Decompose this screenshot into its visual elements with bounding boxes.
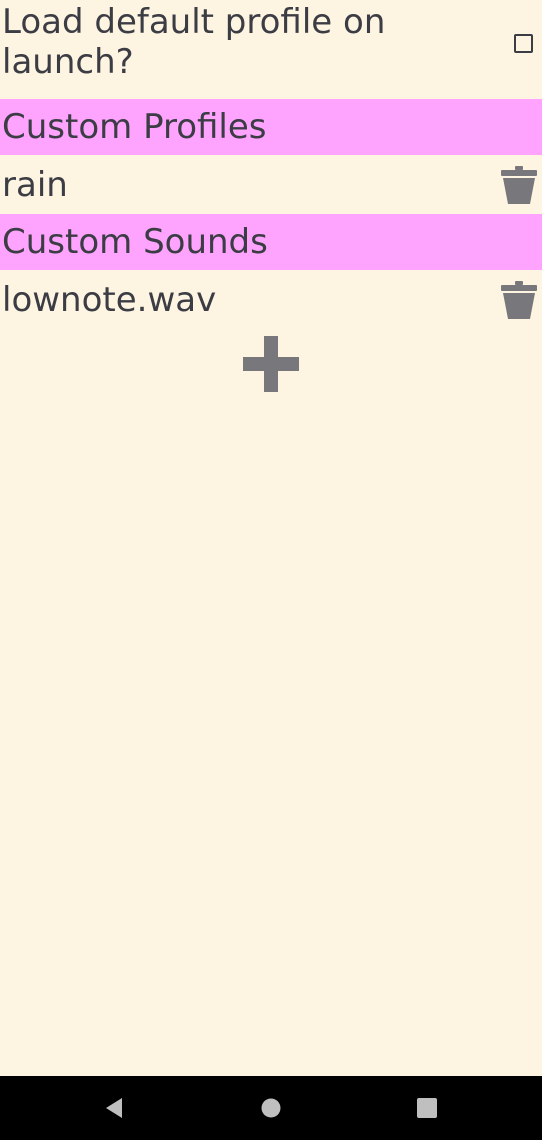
app-screen: Load default profile on launch? Custom P… — [0, 0, 542, 1140]
system-navigation-bar — [0, 1076, 542, 1140]
load-default-label: Load default profile on launch? — [2, 2, 386, 82]
plus-icon — [243, 336, 299, 392]
custom-sounds-header-label: Custom Sounds — [2, 222, 268, 262]
nav-home-button[interactable] — [251, 1088, 291, 1128]
sound-item-label: lownote.wav — [2, 280, 217, 320]
load-default-setting-row: Load default profile on launch? — [0, 0, 542, 96]
profile-item-label: rain — [2, 165, 68, 205]
sound-list-item[interactable]: lownote.wav — [0, 272, 542, 328]
nav-back-button[interactable] — [94, 1088, 134, 1128]
custom-sounds-header: Custom Sounds — [0, 214, 542, 270]
custom-profiles-header: Custom Profiles — [0, 99, 542, 155]
nav-recents-button[interactable] — [407, 1088, 447, 1128]
trash-icon — [501, 281, 537, 319]
load-default-checkbox[interactable] — [514, 34, 533, 53]
custom-profiles-header-label: Custom Profiles — [2, 107, 267, 147]
home-circle-icon — [261, 1098, 281, 1118]
trash-icon — [501, 166, 537, 204]
delete-profile-button[interactable] — [498, 165, 540, 207]
recents-square-icon — [417, 1098, 437, 1118]
back-triangle-icon — [106, 1098, 122, 1118]
add-sound-button[interactable] — [240, 333, 302, 395]
profile-list-item[interactable]: rain — [0, 157, 542, 213]
delete-sound-button[interactable] — [498, 280, 540, 322]
